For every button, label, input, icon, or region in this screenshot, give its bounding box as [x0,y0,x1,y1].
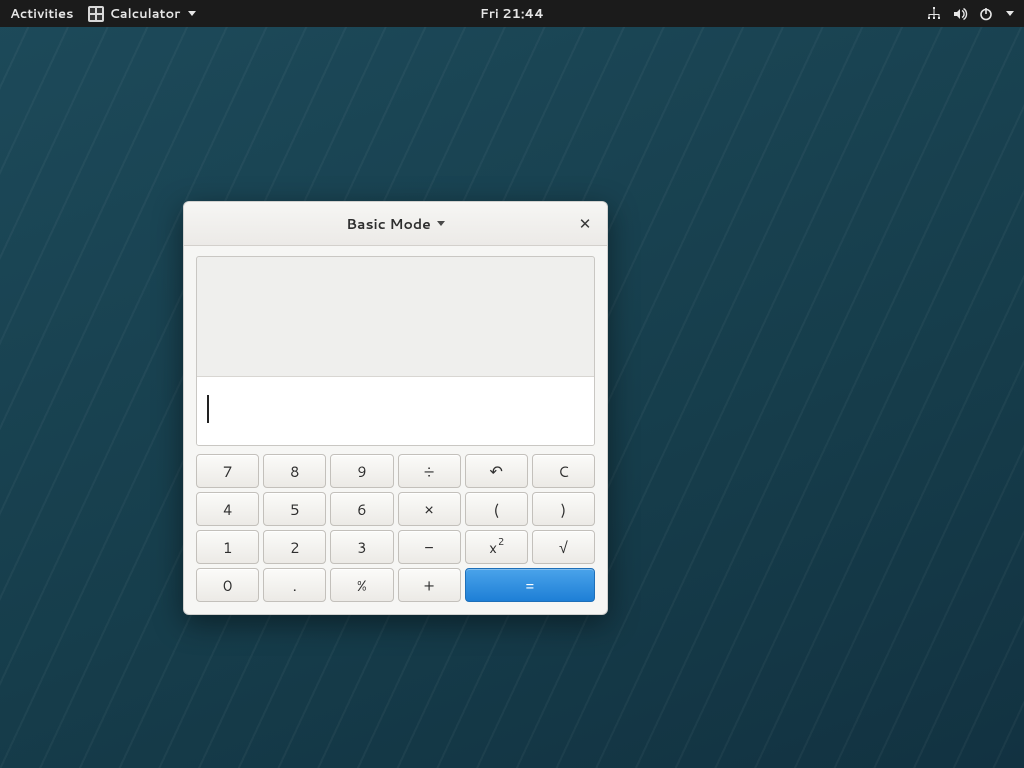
key-9[interactable]: 9 [330,454,393,488]
power-icon[interactable] [978,6,994,22]
key-square[interactable]: x2 [465,530,528,564]
mode-selector[interactable]: Basic Mode [338,210,453,238]
display-history [197,257,594,377]
key-3[interactable]: 3 [330,530,393,564]
key-4[interactable]: 4 [196,492,259,526]
key-8[interactable]: 8 [263,454,326,488]
display-entry[interactable] [197,377,594,445]
key-2[interactable]: 2 [263,530,326,564]
text-cursor [207,395,209,423]
key-clear[interactable]: C [532,454,595,488]
system-menu-chevron-icon[interactable] [1006,11,1014,16]
key-equals[interactable]: = [465,568,595,602]
mode-label: Basic Mode [346,214,431,234]
key-7[interactable]: 7 [196,454,259,488]
key-left-paren[interactable]: ( [465,492,528,526]
calculator-body: 7 8 9 ÷ ↶ C 4 5 6 × ( ) 1 2 3 − x2 √ 0 .… [184,246,607,614]
network-icon[interactable] [926,6,942,22]
activities-button[interactable]: Activities [10,5,74,23]
key-minus[interactable]: − [398,530,461,564]
key-percent[interactable]: % [330,568,393,602]
key-1[interactable]: 1 [196,530,259,564]
app-menu[interactable]: Calculator [88,5,197,23]
key-dot[interactable]: . [263,568,326,602]
key-undo[interactable]: ↶ [465,454,528,488]
chevron-down-icon [188,11,196,16]
top-bar: Activities Calculator Fri 21:44 [0,0,1024,27]
keypad: 7 8 9 ÷ ↶ C 4 5 6 × ( ) 1 2 3 − x2 √ 0 .… [196,454,595,602]
clock[interactable]: Fri 21:44 [480,5,544,23]
display [196,256,595,446]
chevron-down-icon [437,221,445,226]
key-6[interactable]: 6 [330,492,393,526]
key-sqrt[interactable]: √ [532,530,595,564]
key-5[interactable]: 5 [263,492,326,526]
app-menu-label: Calculator [110,5,181,23]
calculator-titlebar[interactable]: Basic Mode ✕ [184,202,607,246]
volume-icon[interactable] [952,6,968,22]
key-multiply[interactable]: × [398,492,461,526]
key-plus[interactable]: + [398,568,461,602]
key-divide[interactable]: ÷ [398,454,461,488]
key-0[interactable]: 0 [196,568,259,602]
close-icon: ✕ [579,213,592,234]
close-button[interactable]: ✕ [573,212,597,236]
key-right-paren[interactable]: ) [532,492,595,526]
calculator-app-icon [88,6,104,22]
calculator-window: Basic Mode ✕ 7 8 9 ÷ ↶ C 4 5 6 × ( ) 1 [183,201,608,615]
